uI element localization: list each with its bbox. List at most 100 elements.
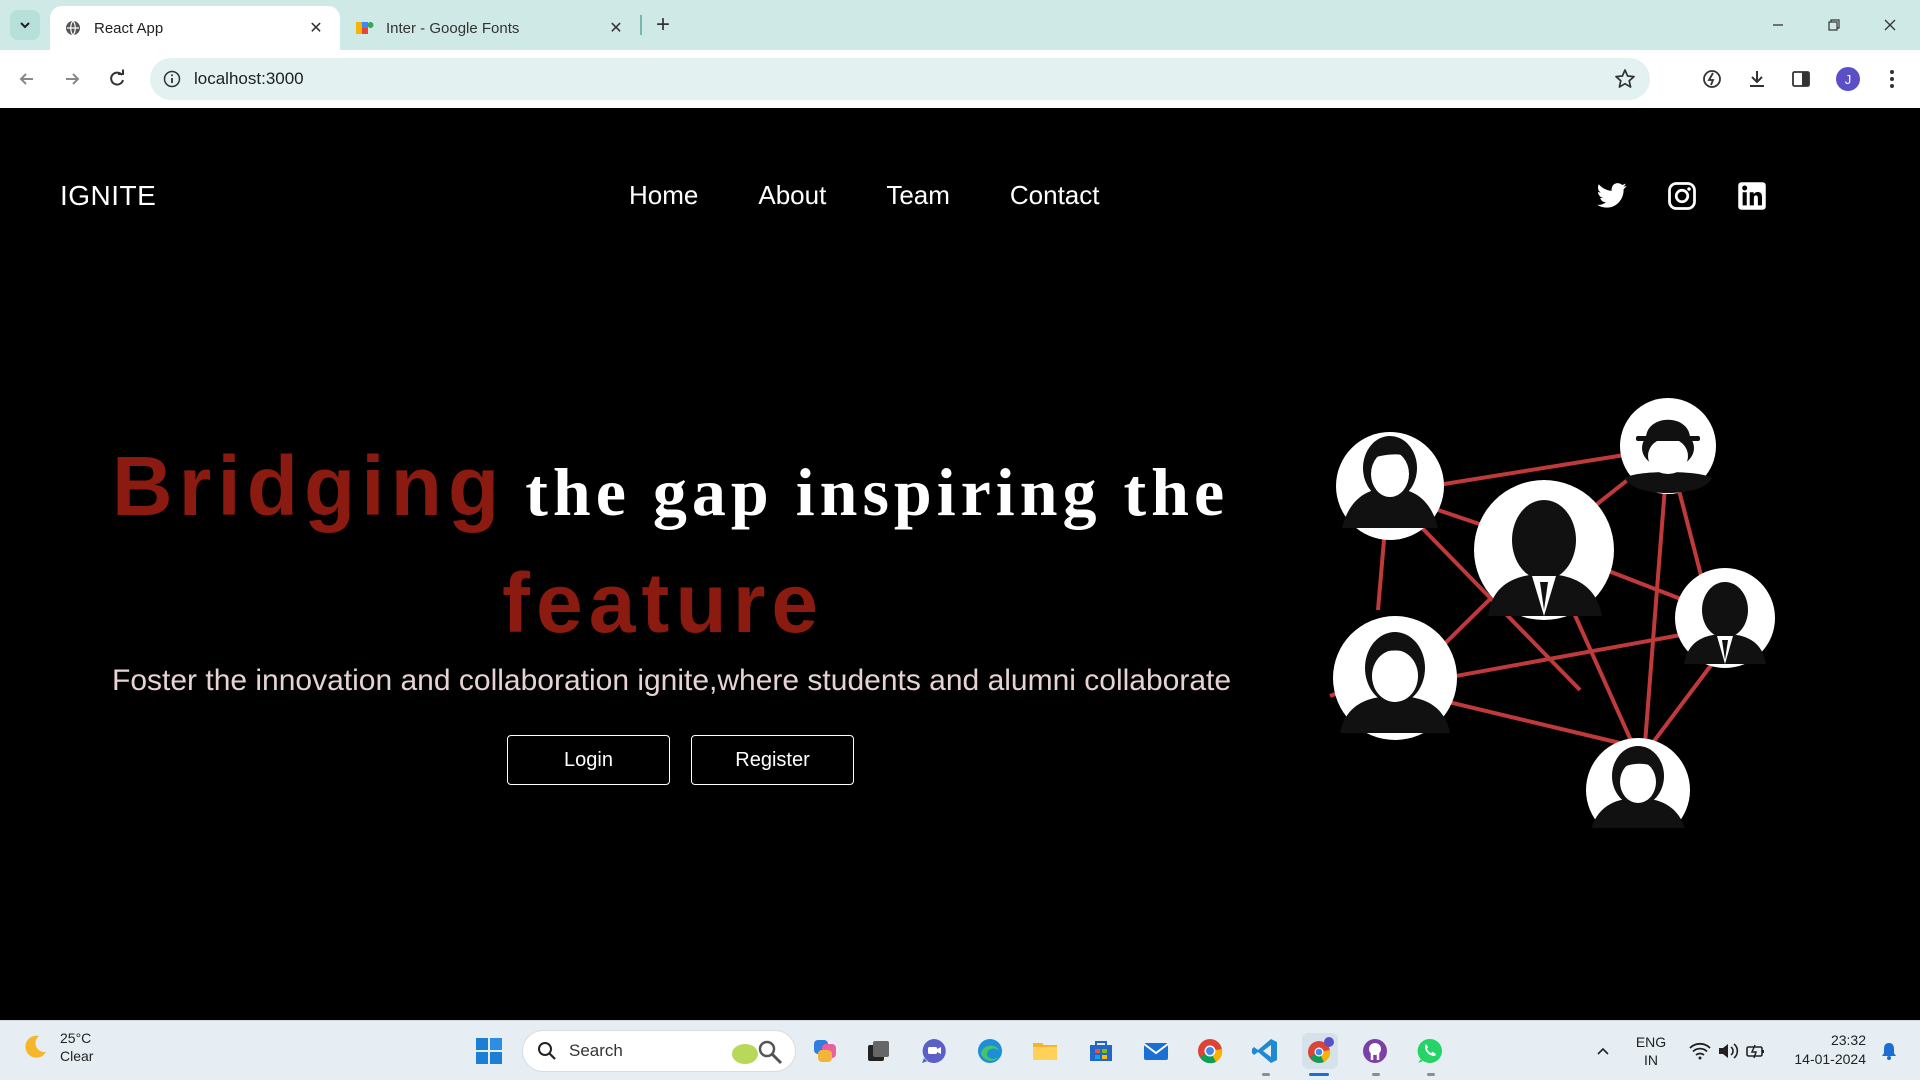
tab-search-button[interactable]	[10, 10, 40, 40]
weather-condition: Clear	[60, 1048, 94, 1064]
language-line-2: IN	[1644, 1052, 1658, 1068]
back-button[interactable]	[10, 62, 44, 96]
clock-time: 23:32	[1830, 1032, 1866, 1048]
close-icon	[1884, 19, 1896, 31]
running-indicator	[1262, 1073, 1270, 1076]
tab-title: Inter - Google Fonts	[386, 19, 520, 37]
edge-browser-icon[interactable]	[972, 1033, 1008, 1069]
tab-separator	[640, 15, 642, 35]
main-nav: Home About Team Contact	[629, 180, 1100, 211]
forward-button[interactable]	[55, 62, 89, 96]
person-avatar-man-center	[1474, 480, 1614, 620]
address-bar[interactable]: localhost:3000	[150, 58, 1650, 100]
chevron-up-icon	[1597, 1047, 1609, 1055]
person-avatar-woman-2	[1586, 738, 1690, 828]
show-hidden-icons-button[interactable]	[1588, 1021, 1618, 1080]
weather-widget[interactable]: 25°C Clear	[20, 1029, 93, 1065]
github-desktop-icon[interactable]	[1357, 1033, 1393, 1069]
arrow-right-icon	[66, 73, 80, 85]
close-window-button[interactable]	[1862, 0, 1918, 50]
instagram-icon[interactable]	[1666, 180, 1698, 212]
bookmark-star-icon[interactable]	[1614, 68, 1636, 95]
tab-react-app[interactable]: React App ✕	[50, 6, 340, 50]
profile-button[interactable]: J	[1834, 65, 1862, 93]
active-indicator	[1309, 1073, 1329, 1076]
language-indicator[interactable]: ENG IN	[1628, 1021, 1674, 1080]
tab-title: React App	[94, 19, 164, 37]
browser-tab-bar: React App ✕ Inter - Google Fonts ✕ +	[0, 0, 1920, 50]
windows-taskbar: 25°C Clear Search ENG IN 23:32 14-01-202…	[0, 1020, 1920, 1080]
vscode-icon[interactable]	[1247, 1033, 1283, 1069]
headline-text: the gap inspiring the	[525, 454, 1230, 530]
whatsapp-icon[interactable]	[1412, 1033, 1448, 1069]
google-fonts-icon	[356, 19, 374, 37]
arrow-left-icon	[19, 73, 33, 85]
reload-button[interactable]	[100, 62, 134, 96]
twitter-icon[interactable]	[1596, 180, 1628, 212]
person-avatar-man-bowtie	[1333, 616, 1457, 740]
chevron-down-icon	[20, 22, 30, 29]
site-info-icon[interactable]	[150, 70, 194, 88]
minimize-icon	[1773, 24, 1783, 26]
start-button[interactable]	[471, 1033, 507, 1069]
side-panel-icon[interactable]	[1787, 65, 1815, 93]
hero-subtitle: Foster the innovation and collaboration …	[112, 664, 1232, 697]
minimize-button[interactable]	[1750, 0, 1806, 50]
login-button[interactable]: Login	[507, 735, 670, 785]
page-content: IGNITE Home About Team Contact Bridging t…	[0, 108, 1920, 1020]
task-view-icon[interactable]	[860, 1033, 896, 1069]
headline-highlight-2: feature	[502, 556, 825, 650]
language-line-1: ENG	[1635, 1034, 1667, 1050]
network-illustration	[1329, 398, 1775, 828]
hero-headline: Bridging the gap inspiring the	[112, 438, 1252, 535]
person-avatar-woman-1	[1336, 432, 1444, 540]
linkedin-icon[interactable]	[1736, 180, 1768, 212]
windows-icon	[476, 1038, 502, 1064]
taskbar-search[interactable]: Search	[522, 1030, 796, 1072]
weather-temp: 25°C	[60, 1030, 92, 1046]
system-tray-status[interactable]	[1684, 1021, 1772, 1080]
globe-icon	[64, 19, 82, 37]
restore-button[interactable]	[1806, 0, 1862, 50]
file-explorer-icon[interactable]	[1027, 1033, 1063, 1069]
avatar: J	[1836, 67, 1860, 91]
register-button[interactable]: Register	[691, 735, 854, 785]
volume-icon	[1719, 1043, 1739, 1059]
search-placeholder: Search	[569, 1041, 623, 1060]
search-icon	[538, 1042, 556, 1060]
nav-about[interactable]: About	[758, 180, 826, 211]
close-tab-icon[interactable]: ✕	[306, 18, 326, 38]
bell-icon	[1882, 1043, 1896, 1060]
person-avatar-man-right	[1675, 568, 1775, 668]
chrome-icon[interactable]	[1192, 1033, 1228, 1069]
running-indicator	[1372, 1073, 1380, 1076]
teams-chat-icon[interactable]	[916, 1033, 952, 1069]
taskbar-clock[interactable]: 23:32 14-01-2024	[1786, 1031, 1866, 1069]
tab-google-fonts[interactable]: Inter - Google Fonts ✕	[342, 6, 640, 50]
reload-icon	[110, 69, 124, 86]
url-text: localhost:3000	[194, 69, 304, 88]
copilot-app-icon[interactable]	[808, 1033, 844, 1069]
notification-button[interactable]	[1874, 1021, 1904, 1080]
restore-icon	[1828, 19, 1840, 31]
person-avatar-hat	[1620, 398, 1716, 494]
running-indicator	[1427, 1073, 1435, 1076]
headline-highlight: Bridging	[112, 439, 506, 533]
clock-date: 14-01-2024	[1794, 1051, 1866, 1067]
nav-team[interactable]: Team	[886, 180, 950, 211]
chrome-profile-icon[interactable]	[1302, 1033, 1338, 1069]
download-icon[interactable]	[1743, 65, 1771, 93]
browser-toolbar: localhost:3000 J	[0, 50, 1920, 108]
nav-home[interactable]: Home	[629, 180, 698, 211]
microsoft-store-icon[interactable]	[1083, 1033, 1119, 1069]
site-brand[interactable]: IGNITE	[60, 180, 156, 212]
close-tab-icon[interactable]: ✕	[606, 18, 626, 38]
battery-charging-icon	[1746, 1044, 1764, 1059]
new-tab-button[interactable]: +	[650, 11, 676, 38]
search-highlight-icon	[732, 1040, 783, 1065]
wifi-icon	[1689, 1042, 1711, 1060]
mail-icon[interactable]	[1138, 1033, 1174, 1069]
browser-menu-icon[interactable]	[1878, 65, 1906, 93]
performance-icon[interactable]	[1698, 65, 1726, 93]
nav-contact[interactable]: Contact	[1010, 180, 1100, 211]
